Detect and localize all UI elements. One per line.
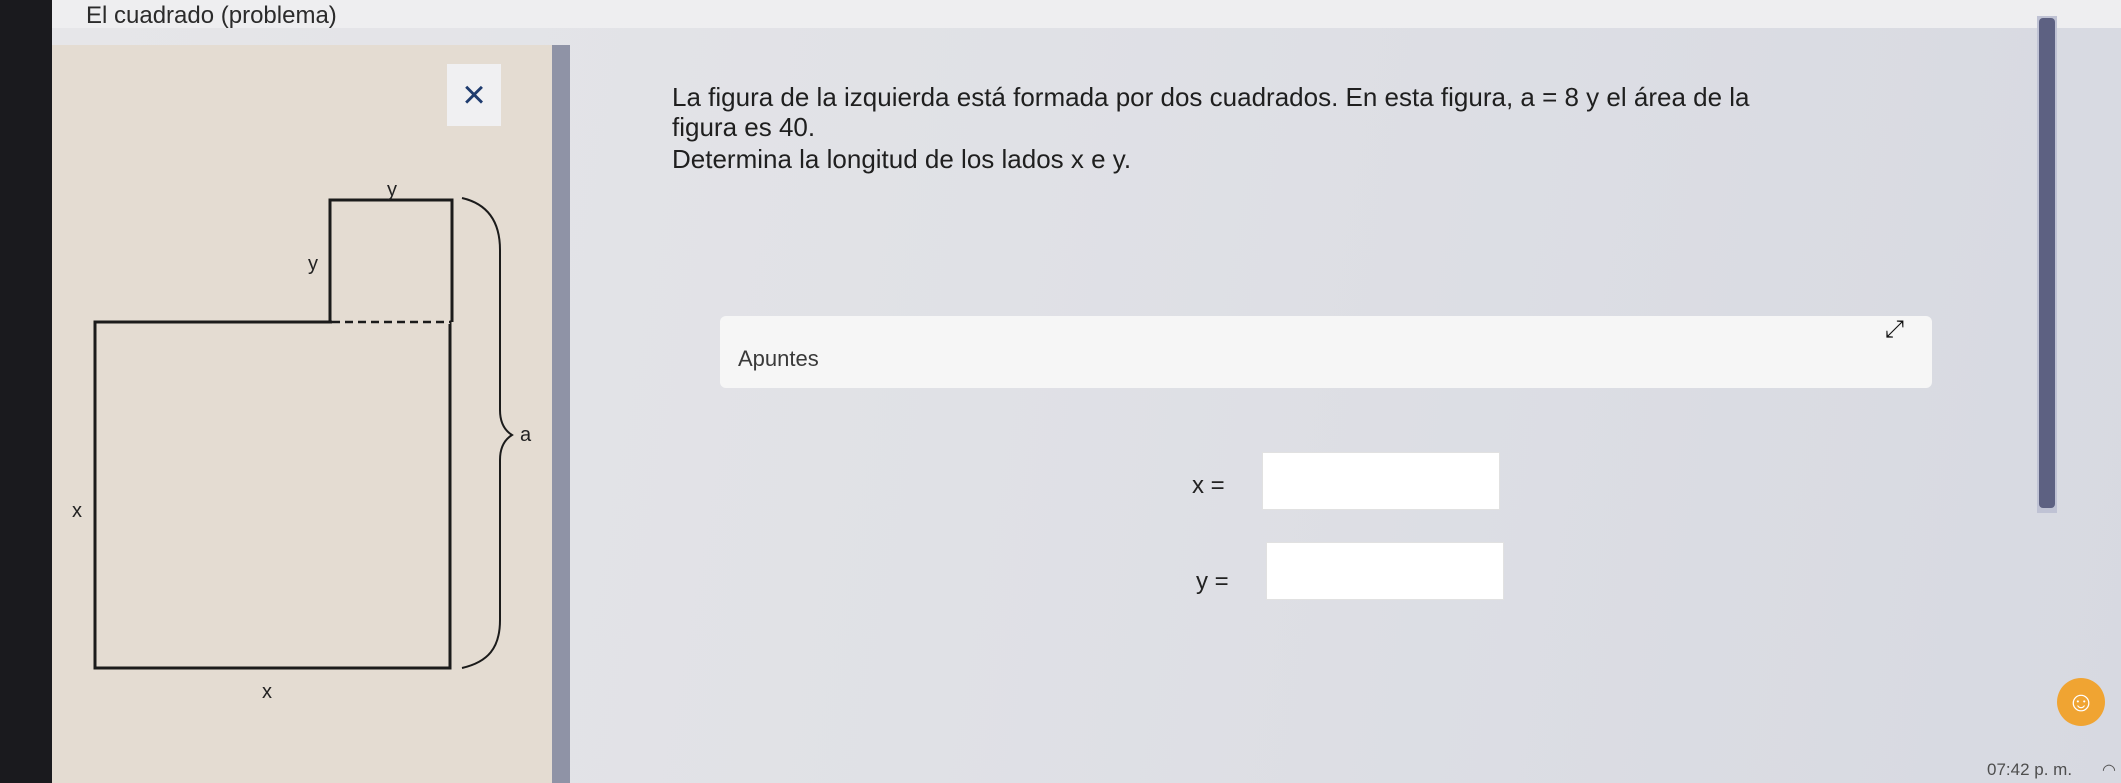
- wifi-icon: ◠: [2102, 762, 2116, 779]
- question-line-1: La figura de la izquierda está formada p…: [672, 82, 1750, 112]
- clock: 07:42 p. m.: [1987, 760, 2073, 779]
- y-answer-input[interactable]: [1266, 542, 1504, 600]
- scrollbar-thumb[interactable]: [2039, 18, 2055, 508]
- notes-label: Apuntes: [738, 346, 819, 371]
- x-answer-label: x =: [1192, 472, 1225, 499]
- question-line-3: Determina la longitud de los lados x e y…: [672, 144, 1132, 174]
- notes-box[interactable]: Apuntes ⤢: [720, 316, 1932, 388]
- large-square: [93, 320, 452, 670]
- label-y-top: y: [387, 179, 397, 201]
- y-answer-label: y =: [1196, 568, 1229, 595]
- label-a: a: [520, 424, 532, 446]
- question-text: La figura de la izquierda está formada p…: [672, 82, 1952, 174]
- label-x-bottom: x: [262, 681, 272, 703]
- height-brace: [461, 197, 514, 669]
- label-x-side: x: [72, 500, 82, 522]
- x-answer-input[interactable]: [1262, 452, 1500, 510]
- app-screen: El cuadrado (problema) × y y a x x La fi…: [52, 0, 2121, 783]
- small-square: [328, 198, 454, 322]
- chat-icon[interactable]: ☺: [2057, 678, 2105, 726]
- squares-figure: y y a x x: [72, 179, 532, 703]
- label-y-side: y: [308, 253, 318, 275]
- question-line-2: figura es 40.: [672, 112, 816, 142]
- expand-icon[interactable]: ⤢: [1885, 316, 1904, 344]
